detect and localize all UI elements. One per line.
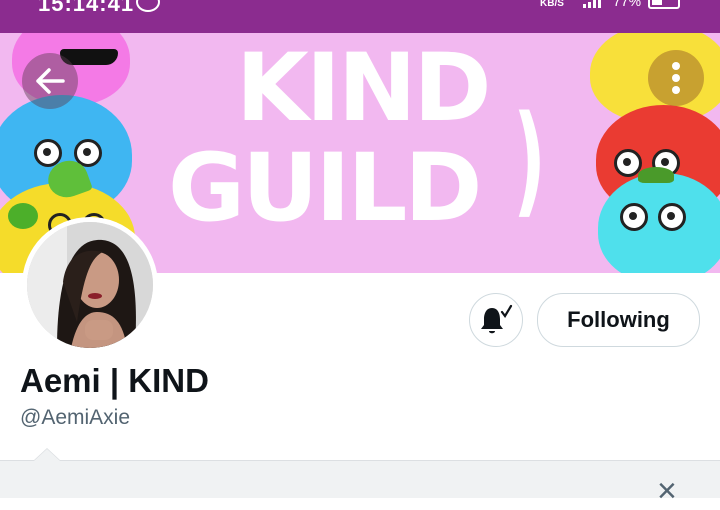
signal-icon	[583, 0, 601, 8]
avatar-photo	[27, 222, 153, 348]
close-icon[interactable]: ×	[657, 474, 677, 508]
vertical-ellipsis-icon	[672, 62, 680, 94]
battery-percent: 77%	[613, 0, 642, 9]
panel-pointer	[33, 448, 61, 461]
banner-parenthesis: )	[512, 91, 546, 230]
notifications-button[interactable]	[469, 293, 523, 347]
arrow-left-icon	[36, 68, 65, 94]
battery-icon	[648, 0, 680, 9]
leaf-decoration-2	[8, 203, 38, 229]
back-button[interactable]	[22, 53, 78, 109]
avatar[interactable]	[22, 217, 158, 353]
chat-bubble-icon	[136, 0, 160, 12]
status-time: 15:14:41	[38, 0, 135, 16]
bottom-panel	[0, 460, 720, 498]
display-name: Aemi | KIND	[20, 362, 209, 399]
following-button[interactable]: Following	[537, 293, 700, 347]
cyan-creature	[598, 167, 720, 273]
status-bar: 15:14:41 KB/S 77%	[0, 0, 720, 33]
more-options-button[interactable]	[648, 50, 704, 106]
bell-subscribed-icon	[481, 304, 513, 334]
user-handle: @AemiAxie	[20, 406, 131, 429]
network-speed: KB/S	[540, 0, 564, 9]
